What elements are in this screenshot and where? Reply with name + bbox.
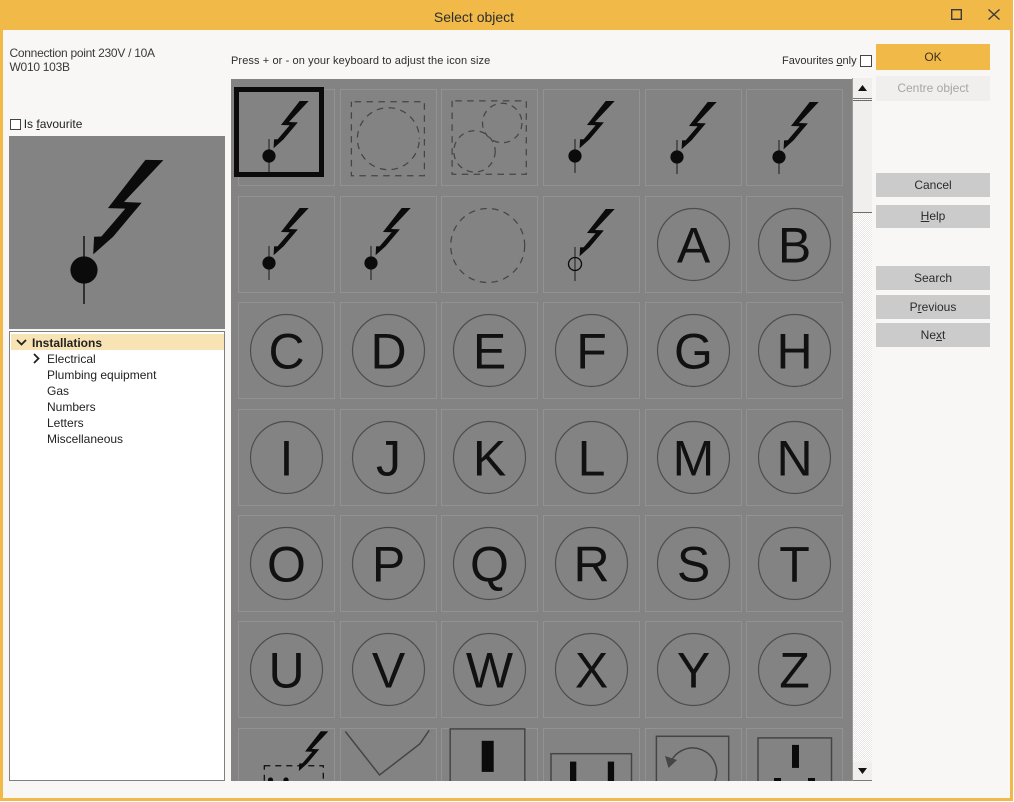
svg-text:R: R <box>573 536 609 592</box>
svg-text:V: V <box>371 643 405 699</box>
svg-text:D: D <box>370 324 406 380</box>
svg-text:J: J <box>376 430 401 486</box>
svg-text:C: C <box>268 324 304 380</box>
svg-text:I: I <box>279 430 293 486</box>
svg-text:F: F <box>576 324 607 380</box>
svg-text:O: O <box>267 536 306 592</box>
svg-text:N: N <box>777 430 813 486</box>
svg-text:Q: Q <box>470 536 509 592</box>
svg-text:A: A <box>677 217 711 273</box>
svg-text:L: L <box>578 430 606 486</box>
svg-text:S: S <box>677 536 710 592</box>
svg-text:E: E <box>473 324 506 380</box>
svg-text:T: T <box>780 536 811 592</box>
svg-text:Y: Y <box>677 643 710 699</box>
svg-text:Z: Z <box>780 643 811 699</box>
svg-text:U: U <box>268 643 304 699</box>
svg-text:X: X <box>575 643 608 699</box>
svg-text:M: M <box>672 430 714 486</box>
svg-text:W: W <box>466 643 514 699</box>
svg-text:P: P <box>371 536 404 592</box>
svg-text:B: B <box>778 217 811 273</box>
svg-text:H: H <box>777 324 813 380</box>
svg-text:G: G <box>674 324 713 380</box>
svg-text:K: K <box>473 430 506 486</box>
